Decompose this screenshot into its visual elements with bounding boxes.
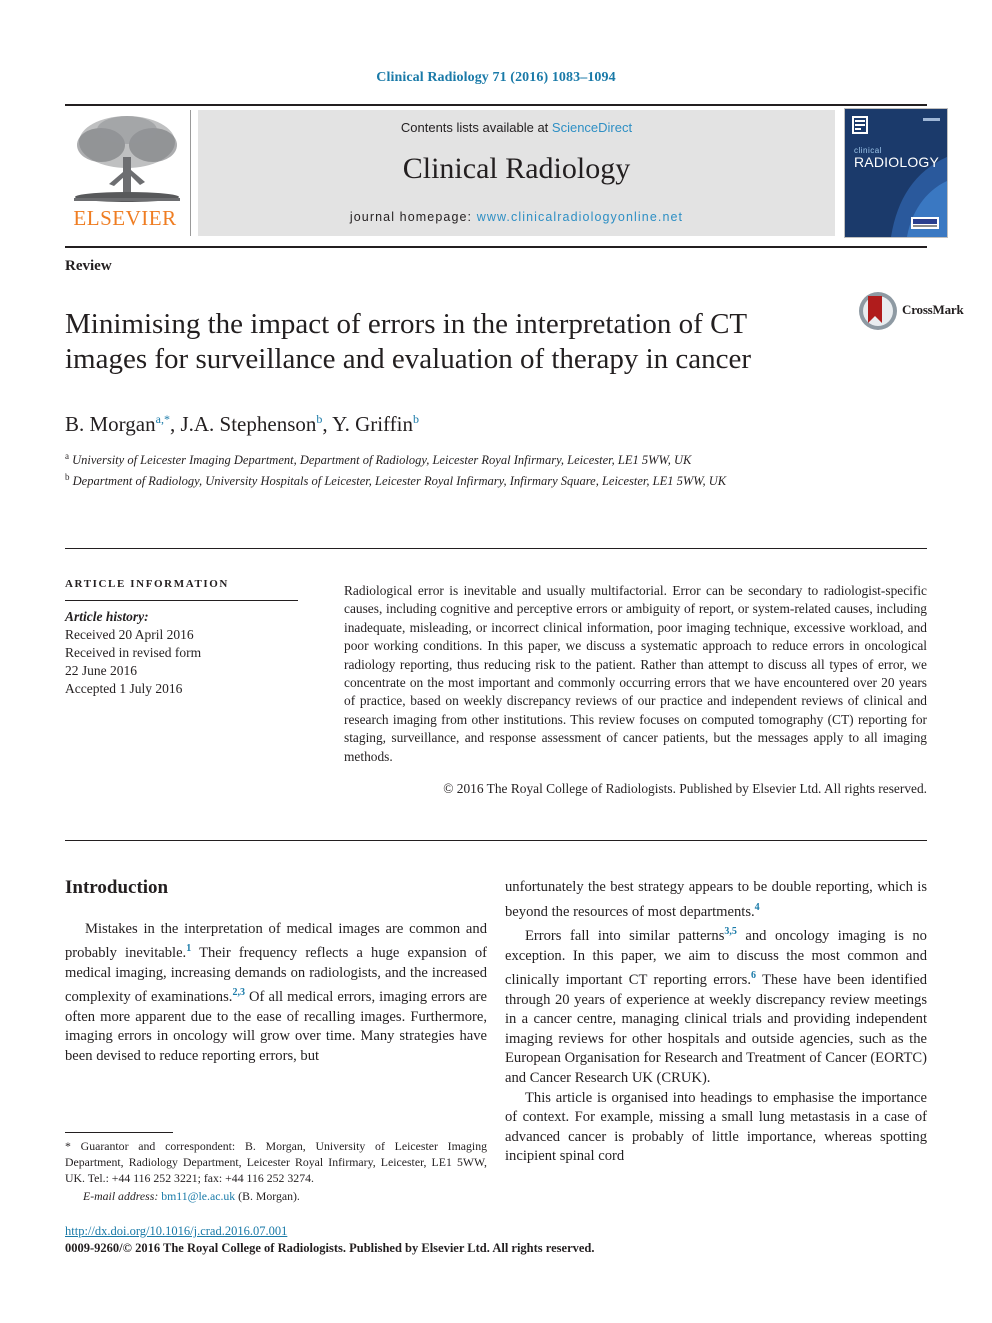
article-info-top-rule xyxy=(65,548,927,549)
affiliation-text: Department of Radiology, University Hosp… xyxy=(69,474,727,489)
journal-cover-thumbnail[interactable]: clinical RADIOLOGY xyxy=(844,108,948,238)
elsevier-wordmark: ELSEVIER xyxy=(73,206,177,230)
journal-homepage-line: journal homepage: www.clinicalradiologyo… xyxy=(198,210,835,224)
section-heading-introduction: Introduction xyxy=(65,877,169,898)
author-name: B. Morgan xyxy=(65,412,156,436)
crossmark-label: CrossMark xyxy=(902,302,964,317)
body-column-left: Introduction Mistakes in the interpretat… xyxy=(65,878,487,1066)
email-link[interactable]: bm11@le.ac.uk xyxy=(161,1189,235,1203)
article-history-line: Received in revised form xyxy=(65,645,202,660)
running-head: Clinical Radiology 71 (2016) 1083–1094 xyxy=(376,70,616,85)
affiliation-item: b Department of Radiology, University Ho… xyxy=(65,469,895,490)
article-information-block: ARTICLE INFORMATION Article history: Rec… xyxy=(65,578,313,698)
article-information-heading: ARTICLE INFORMATION xyxy=(65,578,229,590)
body-paragraph: Errors fall into similar patterns3,5 and… xyxy=(505,926,927,1086)
journal-homepage-link[interactable]: www.clinicalradiologyonline.net xyxy=(477,210,683,224)
author-name: J.A. Stephenson xyxy=(180,412,317,436)
elsevier-tree-icon xyxy=(71,112,183,207)
contents-prefix: Contents lists available at xyxy=(400,120,552,135)
abstract-bottom-rule xyxy=(65,840,927,841)
author-affiliation-mark: b xyxy=(316,412,323,426)
email-suffix: (B. Morgan). xyxy=(238,1189,300,1203)
footer-copyright: 0009-9260/© 2016 The Royal College of Ra… xyxy=(65,1241,595,1255)
article-history-line: Received 20 April 2016 xyxy=(65,627,194,642)
svg-text:RADIOLOGY: RADIOLOGY xyxy=(854,154,940,170)
abstract-body: Radiological error is inevitable and usu… xyxy=(344,583,927,764)
journal-masthead: ELSEVIER Contents lists available at Sci… xyxy=(65,104,948,238)
author-affiliation-mark: b xyxy=(413,412,420,426)
affiliation-text: University of Leicester Imaging Departme… xyxy=(69,453,692,468)
affiliation-list: a University of Leicester Imaging Depart… xyxy=(65,448,895,490)
correspondence-text: * Guarantor and correspondent: B. Morgan… xyxy=(65,1139,487,1185)
footnote-separator xyxy=(65,1132,173,1133)
journal-banner: Contents lists available at ScienceDirec… xyxy=(198,110,835,236)
article-history-line: Accepted 1 July 2016 xyxy=(65,681,183,696)
citation-reference[interactable]: 2,3 xyxy=(232,987,245,998)
body-column-right: unfortunately the best strategy appears … xyxy=(505,878,927,1167)
article-history-label: Article history: xyxy=(65,609,149,624)
correspondence-footnote: * Guarantor and correspondent: B. Morgan… xyxy=(65,1138,487,1204)
author-affiliation-mark: a,* xyxy=(155,412,170,426)
journal-title: Clinical Radiology xyxy=(402,152,631,185)
citation-reference[interactable]: 1 xyxy=(186,943,191,954)
abstract-block: Radiological error is inevitable and usu… xyxy=(344,582,927,798)
elsevier-logo: ELSEVIER xyxy=(65,110,191,236)
article-history-line: 22 June 2016 xyxy=(65,663,137,678)
article-type-label: Review xyxy=(65,258,112,274)
homepage-prefix: journal homepage: xyxy=(349,210,477,224)
doi-link[interactable]: http://dx.doi.org/10.1016/j.crad.2016.07… xyxy=(65,1224,287,1239)
crossmark-badge[interactable]: CrossMark xyxy=(858,288,964,334)
citation-reference[interactable]: 4 xyxy=(755,902,760,913)
author-list: B. Morgana,*, J.A. Stephensonb, Y. Griff… xyxy=(65,412,420,436)
body-paragraph: Mistakes in the interpretation of medica… xyxy=(65,920,487,1064)
article-history-lines: Received 20 April 2016 Received in revise… xyxy=(65,626,313,698)
citation-reference[interactable]: 3,5 xyxy=(724,926,737,937)
author-name: Y. Griffin xyxy=(332,412,414,436)
body-paragraph: This article is organised into headings … xyxy=(505,1089,927,1165)
email-line: E-mail address: bm11@le.ac.uk (B. Morgan… xyxy=(65,1188,487,1204)
crossmark-icon xyxy=(858,291,898,331)
email-label: E-mail address: xyxy=(83,1189,159,1203)
left-column-paragraphs: Mistakes in the interpretation of medica… xyxy=(65,920,487,1067)
sciencedirect-link[interactable]: ScienceDirect xyxy=(552,120,632,135)
affiliation-item: a University of Leicester Imaging Depart… xyxy=(65,448,895,469)
article-information-rule xyxy=(65,600,298,601)
masthead-bottom-rule xyxy=(65,246,927,248)
contents-available-line: Contents lists available at ScienceDirec… xyxy=(198,120,835,135)
citation-reference[interactable]: 6 xyxy=(751,970,756,981)
article-page: Clinical Radiology 71 (2016) 1083–1094 E… xyxy=(0,0,992,1323)
abstract-copyright: © 2016 The Royal College of Radiologists… xyxy=(443,781,927,797)
right-column-paragraphs: unfortunately the best strategy appears … xyxy=(505,878,927,1167)
body-paragraph: unfortunately the best strategy appears … xyxy=(505,879,927,920)
page-title: Minimising the impact of errors in the i… xyxy=(65,308,752,376)
